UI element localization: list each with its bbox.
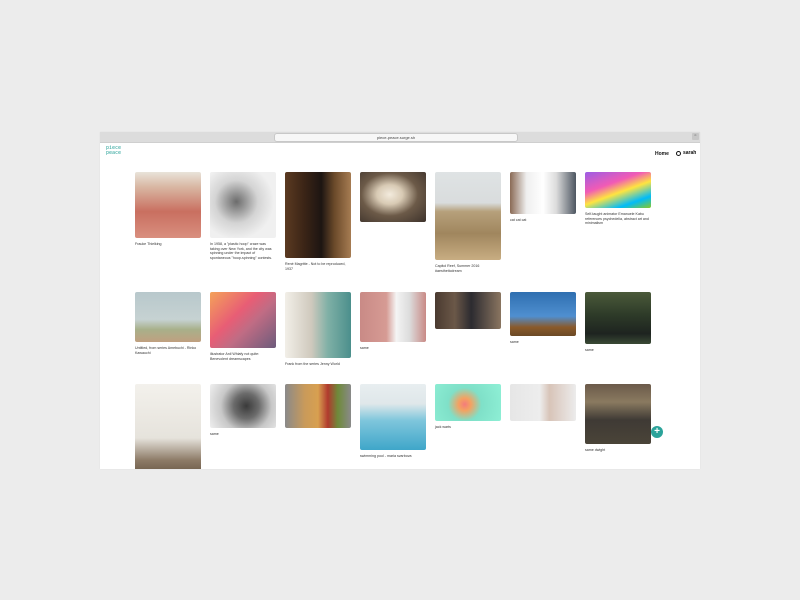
grid-item[interactable]: Frauke Thielking xyxy=(135,172,201,247)
thumbnail-image[interactable] xyxy=(510,172,576,214)
nav-user-label: sarah xyxy=(683,150,697,156)
item-caption: same xyxy=(360,346,369,350)
item-caption: illustrator Anil Whiafy not quite: Benev… xyxy=(210,352,260,361)
thumbnail-image[interactable] xyxy=(585,384,651,444)
nav-home-link[interactable]: Home xyxy=(655,151,669,157)
grid-item[interactable]: same xyxy=(510,292,576,345)
thumbnail-image[interactable] xyxy=(135,172,201,238)
item-caption: Untitled, from series Amebuchi - Rinko K… xyxy=(135,346,197,355)
grid-item[interactable]: cat cat cat xyxy=(510,172,576,223)
thumbnail-image[interactable] xyxy=(135,384,201,469)
thumbnail-image[interactable] xyxy=(510,292,576,336)
grid-item[interactable] xyxy=(360,172,426,226)
grid-item[interactable] xyxy=(135,384,201,469)
item-caption: Self-taught animator Emanuele Kabu refer… xyxy=(585,212,649,226)
thumbnail-image[interactable] xyxy=(285,292,351,358)
grid-item[interactable]: swimming pool - maria svarbova xyxy=(360,384,426,459)
thumbnail-image[interactable] xyxy=(435,384,501,421)
thumbnail-image[interactable] xyxy=(360,384,426,450)
thumbnail-image[interactable] xyxy=(435,172,501,260)
address-bar[interactable]: piece-peace.surge.sh xyxy=(274,133,518,142)
item-caption: René Magritte - Not to be reproduced, 19… xyxy=(285,262,346,271)
grid-item[interactable]: same xyxy=(360,292,426,351)
item-caption: same xyxy=(585,348,594,352)
item-caption: Frauke Thielking xyxy=(135,242,162,246)
thumbnail-image[interactable] xyxy=(585,172,651,208)
grid-item[interactable]: Untitled, from series Amebuchi - Rinko K… xyxy=(135,292,201,355)
thumbnail-image[interactable] xyxy=(510,384,576,421)
thumbnail-image[interactable] xyxy=(135,292,201,342)
grid-item[interactable]: René Magritte - Not to be reproduced, 19… xyxy=(285,172,351,271)
item-caption: same xyxy=(510,340,519,344)
grid-item[interactable]: Frank from the series Jenny World xyxy=(285,292,351,367)
thumbnail-image[interactable] xyxy=(210,172,276,238)
thumbnail-image[interactable] xyxy=(435,292,501,329)
thumbnail-image[interactable] xyxy=(585,292,651,344)
grid-item[interactable] xyxy=(435,292,501,333)
browser-toolbar: piece-peace.surge.sh ▫ xyxy=(100,132,700,143)
item-caption: same dwight xyxy=(585,448,606,452)
grid-item[interactable]: Capitol Reef, Summer 2016 #aestheticdrea… xyxy=(435,172,501,273)
grid-item[interactable]: Self-taught animator Emanuele Kabu refer… xyxy=(585,172,651,226)
item-caption: In 1958, a "plastic hoop" craze was taki… xyxy=(210,242,273,260)
thumbnail-image[interactable] xyxy=(210,384,276,428)
thumbnail-image[interactable] xyxy=(285,384,351,428)
logo-line2: peace xyxy=(106,150,122,156)
item-caption: swimming pool - maria svarbova xyxy=(360,454,412,458)
grid-item[interactable]: same xyxy=(210,384,276,437)
grid-item[interactable] xyxy=(510,384,576,425)
window-control-button[interactable]: ▫ xyxy=(692,133,699,140)
item-caption: same xyxy=(210,432,219,436)
item-caption: Capitol Reef, Summer 2016 #aestheticdrea… xyxy=(435,264,480,273)
nav-user-link[interactable]: sarah xyxy=(676,150,696,156)
item-caption: Frank from the series Jenny World xyxy=(285,362,340,366)
item-caption: cat cat cat xyxy=(510,218,527,222)
grid-item[interactable] xyxy=(285,384,351,432)
grid-item[interactable]: illustrator Anil Whiafy not quite: Benev… xyxy=(210,292,276,361)
browser-window: piece-peace.surge.sh ▫ piece peace Home … xyxy=(100,132,700,469)
user-icon xyxy=(676,150,681,156)
item-caption: jack warts xyxy=(435,425,451,429)
grid-item[interactable]: same dwight xyxy=(585,384,651,453)
grid-item[interactable]: same xyxy=(585,292,651,353)
thumbnail-image[interactable] xyxy=(210,292,276,348)
grid-item[interactable]: jack warts xyxy=(435,384,501,430)
thumbnail-image[interactable] xyxy=(360,292,426,342)
add-button[interactable]: + xyxy=(651,426,663,438)
thumbnail-image[interactable] xyxy=(360,172,426,222)
thumbnail-image[interactable] xyxy=(285,172,351,258)
site-logo[interactable]: piece peace xyxy=(106,146,121,156)
grid-item[interactable]: In 1958, a "plastic hoop" craze was taki… xyxy=(210,172,276,260)
